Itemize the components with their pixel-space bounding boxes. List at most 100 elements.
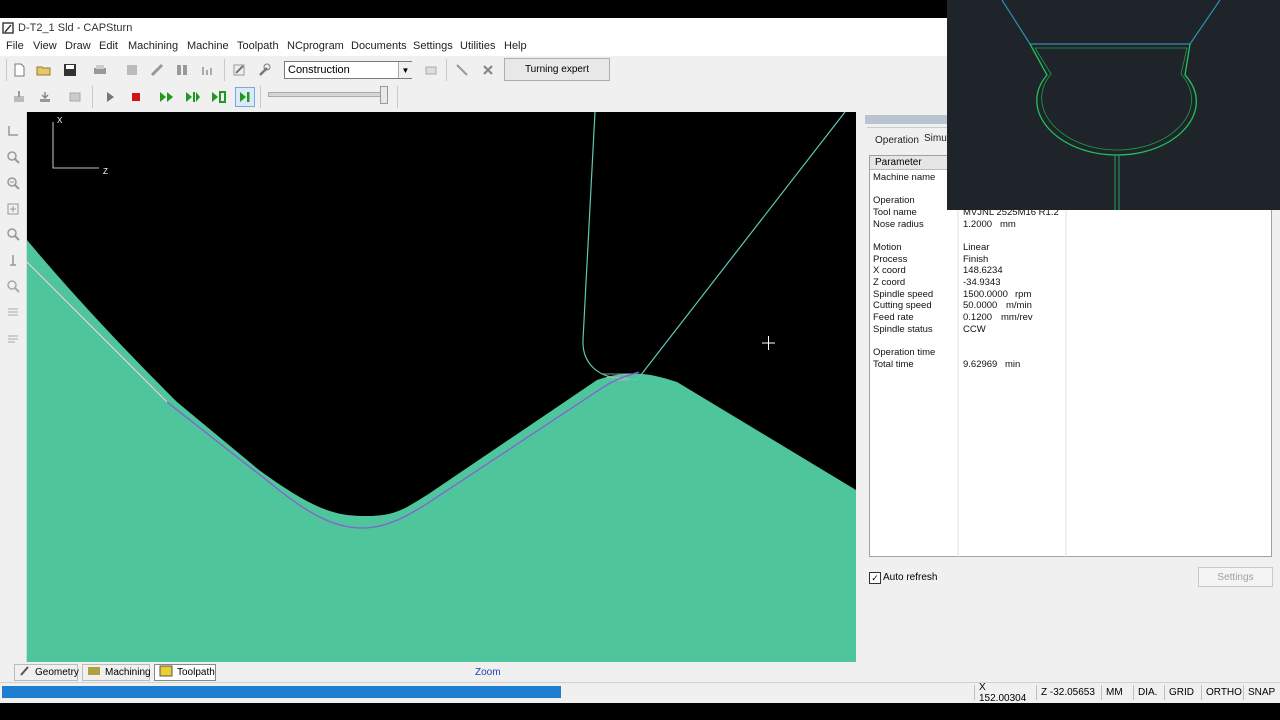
main-toolbar: [0, 56, 947, 85]
wrench-icon[interactable]: [254, 60, 274, 80]
menu-settings[interactable]: Settings: [413, 40, 453, 52]
edit-icon[interactable]: [229, 60, 249, 80]
stop-icon[interactable]: [126, 87, 146, 107]
menu-documents[interactable]: Documents: [351, 40, 407, 52]
toolbar-separator: [92, 86, 93, 108]
row-unit-cutting-speed: m/min: [1006, 300, 1032, 311]
zoom-window-icon[interactable]: [3, 199, 23, 219]
row-label-spindle-speed: Spindle speed: [873, 289, 934, 300]
new-file-icon[interactable]: [9, 60, 29, 80]
row-value-z-coord: -34.9343: [963, 277, 1001, 288]
row-unit-spindle-speed: rpm: [1015, 289, 1032, 300]
auto-refresh-checkbox[interactable]: ✓: [869, 572, 881, 584]
row-label-z-coord: Z coord: [873, 277, 906, 288]
step-block-icon[interactable]: [183, 87, 203, 107]
zoom-icon[interactable]: [3, 147, 23, 167]
row-value-nose-radius: 1.2000: [963, 219, 993, 230]
chart-icon[interactable]: [198, 60, 218, 80]
toolpath-simulation-svg: X Z: [27, 112, 856, 662]
chuck-icon[interactable]: [172, 60, 192, 80]
download-icon[interactable]: [35, 87, 55, 107]
library-icon[interactable]: [122, 60, 142, 80]
settings-button[interactable]: Settings: [1198, 567, 1273, 587]
toolpath-icon: [159, 665, 173, 680]
row-label-operation-time: Operation time: [873, 347, 936, 358]
row-label-process: Process: [873, 254, 908, 265]
diameter-mode-indicator[interactable]: DIA.: [1133, 685, 1164, 700]
export-icon[interactable]: [9, 87, 29, 107]
redraw-icon[interactable]: [3, 302, 23, 322]
menu-ncprogram[interactable]: NCprogram: [287, 40, 344, 52]
geometry-icon: [19, 665, 31, 680]
panel-caption: [865, 115, 947, 124]
layers-icon[interactable]: [3, 328, 23, 348]
toolbar-separator: [397, 86, 398, 108]
tab-geometry[interactable]: Geometry: [14, 664, 79, 681]
row-label-operation: Operation: [873, 195, 915, 206]
menu-utilities[interactable]: Utilities: [460, 40, 495, 52]
open-folder-icon[interactable]: [34, 60, 54, 80]
menu-edit[interactable]: Edit: [99, 40, 118, 52]
row-label-machine-name: Machine name: [873, 172, 936, 183]
toolbar-separator: [224, 59, 225, 81]
row-label-motion: Motion: [873, 242, 902, 253]
mode-dropdown[interactable]: Construction: [284, 61, 412, 79]
zoom-previous-icon[interactable]: [3, 276, 23, 296]
simulation-speed-slider[interactable]: [268, 92, 388, 97]
turning-expert-button[interactable]: Turning expert: [504, 58, 610, 81]
ortho-toggle[interactable]: ORTHO: [1201, 685, 1243, 700]
simulation-progress-bar: [2, 686, 561, 698]
print-icon[interactable]: [90, 60, 110, 80]
menu-help[interactable]: Help: [504, 40, 527, 52]
zoom-fit-icon[interactable]: [3, 173, 23, 193]
auto-refresh-label: Auto refresh: [883, 572, 938, 583]
menu-machine[interactable]: Machine: [187, 40, 229, 52]
snap-toggle[interactable]: SNAP: [1243, 685, 1279, 700]
row-label-nose-radius: Nose radius: [873, 219, 924, 230]
menu-view[interactable]: View: [33, 40, 57, 52]
preview-inset: [947, 0, 1280, 210]
tool-icon[interactable]: [147, 60, 167, 80]
row-value-feed-rate: 0.1200: [963, 312, 993, 323]
cutter-icon[interactable]: [452, 60, 472, 80]
window-title: D-T2_1 Sld - CAPSturn: [18, 22, 133, 34]
row-label-x-coord: X coord: [873, 265, 906, 276]
menu-file[interactable]: File: [6, 40, 24, 52]
chevron-down-icon[interactable]: ▼: [398, 62, 412, 78]
title-bar: [0, 18, 947, 38]
x-coordinate-readout: X 152.00304: [974, 682, 1036, 704]
step-operation-icon[interactable]: [209, 87, 229, 107]
parameter-header-label: Parameter: [875, 157, 922, 168]
tab-toolpath[interactable]: Toolpath: [154, 664, 216, 681]
row-label-spindle-status: Spindle status: [873, 324, 933, 335]
axis-indicator: [52, 122, 99, 169]
layer-icon[interactable]: [421, 60, 441, 80]
play-icon[interactable]: [100, 87, 120, 107]
grid-toggle[interactable]: GRID: [1164, 685, 1201, 700]
cursor-crosshair: [762, 336, 775, 350]
zoom-out-icon[interactable]: [3, 224, 23, 244]
pan-icon[interactable]: [3, 250, 23, 270]
menu-toolpath[interactable]: Toolpath: [237, 40, 279, 52]
units-indicator[interactable]: MM: [1101, 685, 1133, 700]
row-value-cutting-speed: 50.0000: [963, 300, 998, 311]
report-icon[interactable]: [65, 87, 85, 107]
menu-draw[interactable]: Draw: [65, 40, 91, 52]
tool-outline: [582, 112, 846, 381]
menu-machining[interactable]: Machining: [128, 40, 178, 52]
graphics-viewport[interactable]: X Z: [27, 112, 856, 662]
save-icon[interactable]: [60, 60, 80, 80]
tab-machining[interactable]: Machining: [82, 664, 151, 681]
fast-forward-icon[interactable]: [157, 87, 177, 107]
insert-preview-drawing: [1001, 0, 1221, 210]
view-toolbar: [0, 112, 27, 662]
machining-icon: [87, 665, 101, 680]
tools-icon[interactable]: [478, 60, 498, 80]
row-value-process: Finish: [963, 254, 989, 265]
run-to-end-icon[interactable]: [235, 87, 255, 107]
tab-operation[interactable]: Operation: [875, 135, 919, 146]
row-unit-nose-radius: mm: [1000, 219, 1016, 230]
row-unit-feed-rate: mm/rev: [1001, 312, 1033, 323]
axis-icon[interactable]: [3, 121, 23, 141]
slider-thumb[interactable]: [380, 86, 388, 104]
